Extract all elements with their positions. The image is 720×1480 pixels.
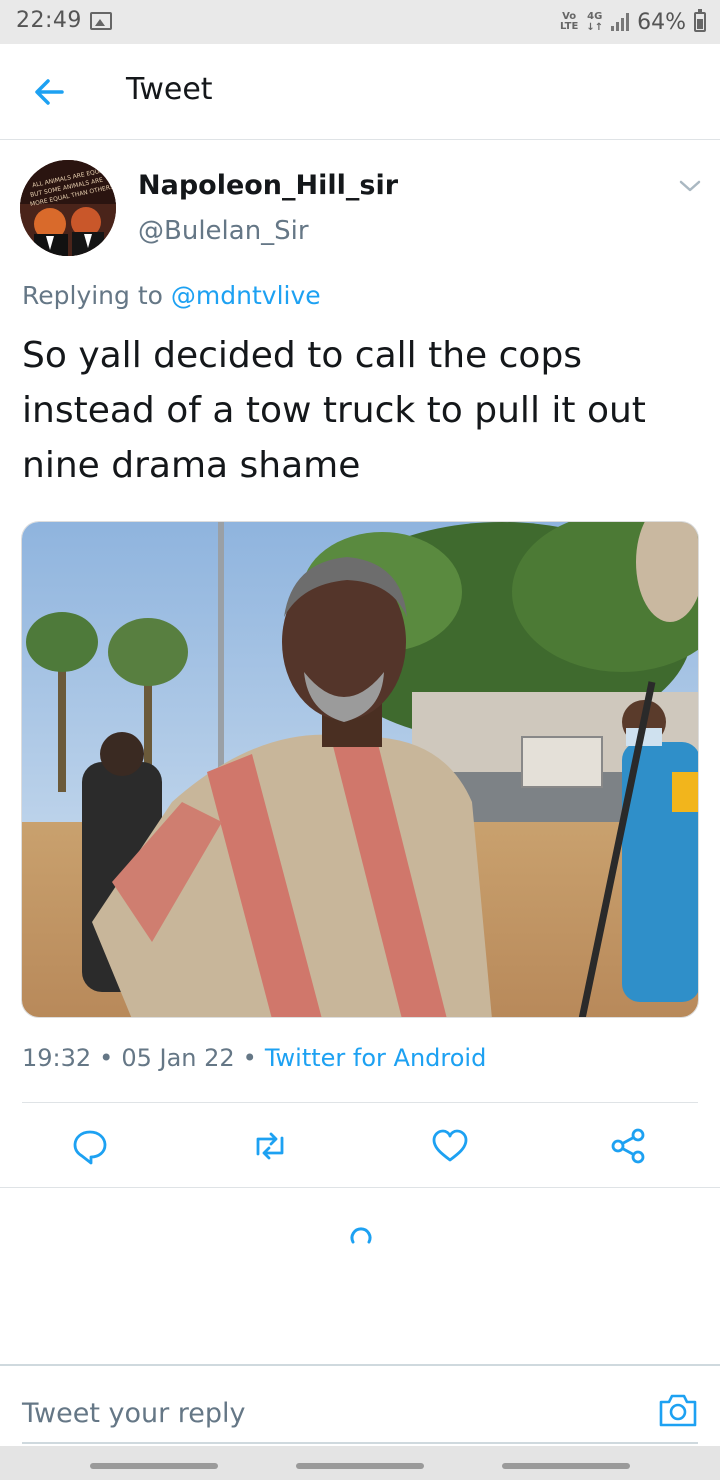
- avatar[interactable]: ALL ANIMALS ARE EQUAL BUT SOME ANIMALS A…: [20, 160, 116, 256]
- like-button[interactable]: [430, 1126, 470, 1166]
- meta-separator: •: [99, 1044, 114, 1072]
- image-notification-icon: [90, 12, 112, 30]
- meta-separator: •: [242, 1044, 257, 1072]
- tweet-actions: [0, 1118, 720, 1174]
- tweet-menu-button[interactable]: [676, 176, 704, 196]
- avatar-image: ALL ANIMALS ARE EQUAL BUT SOME ANIMALS A…: [20, 160, 116, 256]
- photo-image: [22, 522, 698, 1017]
- tweet-date: 05 Jan 22: [121, 1044, 235, 1072]
- retweet-button[interactable]: [250, 1126, 290, 1166]
- spinner-icon: [350, 1227, 372, 1244]
- loading-spinner: [348, 1222, 374, 1248]
- arrow-left-icon: [35, 79, 64, 105]
- nav-home-button[interactable]: [296, 1463, 424, 1469]
- tweet-text: So yall decided to call the cops instead…: [22, 335, 646, 486]
- author-name[interactable]: Napoleon_Hill_sir: [138, 170, 398, 201]
- divider: [22, 1102, 698, 1103]
- back-button[interactable]: [28, 70, 72, 114]
- battery-percent: 64%: [637, 9, 686, 35]
- signal-icon: [611, 13, 630, 31]
- status-indicators: Vo LTE 4G ↓↑ 64%: [560, 6, 706, 38]
- reply-underline: [22, 1442, 698, 1444]
- tweet-source-link[interactable]: Twitter for Android: [265, 1044, 486, 1072]
- app-header: Tweet: [0, 44, 720, 140]
- replying-to: Replying to @mdntvlive: [22, 281, 321, 310]
- system-nav-bar: [0, 1446, 720, 1480]
- network-indicator: 4G ↓↑: [586, 11, 603, 33]
- volte-bottom: LTE: [559, 21, 579, 32]
- author-handle[interactable]: @Bulelan_Sir: [138, 216, 309, 246]
- replying-prefix: Replying to: [22, 281, 163, 310]
- reply-button[interactable]: [70, 1126, 110, 1166]
- replying-mention-link[interactable]: @mdntvlive: [171, 281, 321, 310]
- chevron-down-icon: [679, 180, 701, 192]
- battery-icon: [694, 9, 706, 32]
- share-icon: [611, 1128, 645, 1164]
- tweet-time: 19:32: [22, 1044, 92, 1072]
- share-button[interactable]: [608, 1126, 648, 1166]
- nav-recents-button[interactable]: [90, 1463, 218, 1469]
- network-arrows: ↓↑: [586, 22, 604, 33]
- nav-back-button[interactable]: [502, 1463, 630, 1469]
- camera-button[interactable]: [658, 1392, 698, 1428]
- divider: [0, 1187, 720, 1188]
- volte-indicator: Vo LTE: [560, 12, 578, 32]
- status-bar: 22:49 Vo LTE 4G ↓↑ 64%: [0, 0, 720, 44]
- status-time: 22:49: [16, 8, 82, 33]
- heart-icon: [432, 1129, 468, 1162]
- reply-icon: [73, 1130, 107, 1165]
- tweet-meta: 19:32 • 05 Jan 22 • Twitter for Android: [22, 1044, 486, 1072]
- retweet-icon: [256, 1132, 284, 1160]
- tweet-media-photo[interactable]: [21, 521, 699, 1018]
- network-type: 4G: [587, 11, 603, 22]
- reply-bar: Tweet your reply: [0, 1364, 720, 1444]
- page-title: Tweet: [126, 72, 213, 107]
- reply-input[interactable]: Tweet your reply: [22, 1398, 246, 1429]
- camera-icon: [659, 1394, 697, 1427]
